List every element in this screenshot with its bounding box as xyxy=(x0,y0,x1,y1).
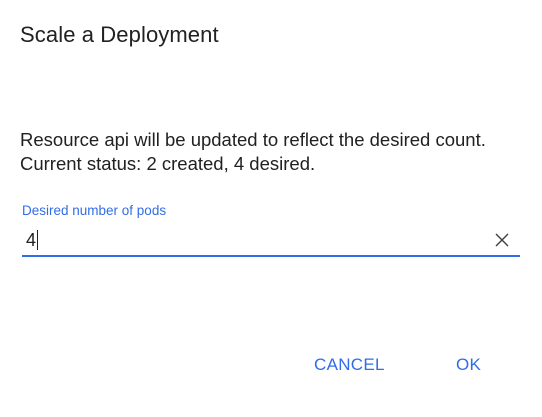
text-caret xyxy=(37,230,38,250)
desired-pods-input[interactable] xyxy=(22,226,486,254)
dialog-message: Resource api will be updated to reflect … xyxy=(20,128,530,176)
cancel-button[interactable]: CANCEL xyxy=(306,350,393,380)
desired-pods-field: Desired number of pods xyxy=(22,202,520,258)
ok-button[interactable]: OK xyxy=(448,350,489,380)
scale-deployment-dialog: Scale a Deployment Resource api will be … xyxy=(0,0,542,417)
input-underline xyxy=(22,255,520,257)
dialog-title: Scale a Deployment xyxy=(20,22,219,47)
dialog-actions: CANCEL OK xyxy=(0,350,542,380)
clear-input-button[interactable] xyxy=(492,230,512,250)
close-icon xyxy=(495,233,509,247)
desired-pods-label: Desired number of pods xyxy=(22,203,167,218)
message-line-status: Current status: 2 created, 4 desired. xyxy=(20,153,316,174)
message-line-resource: Resource api will be updated to reflect … xyxy=(20,129,486,150)
